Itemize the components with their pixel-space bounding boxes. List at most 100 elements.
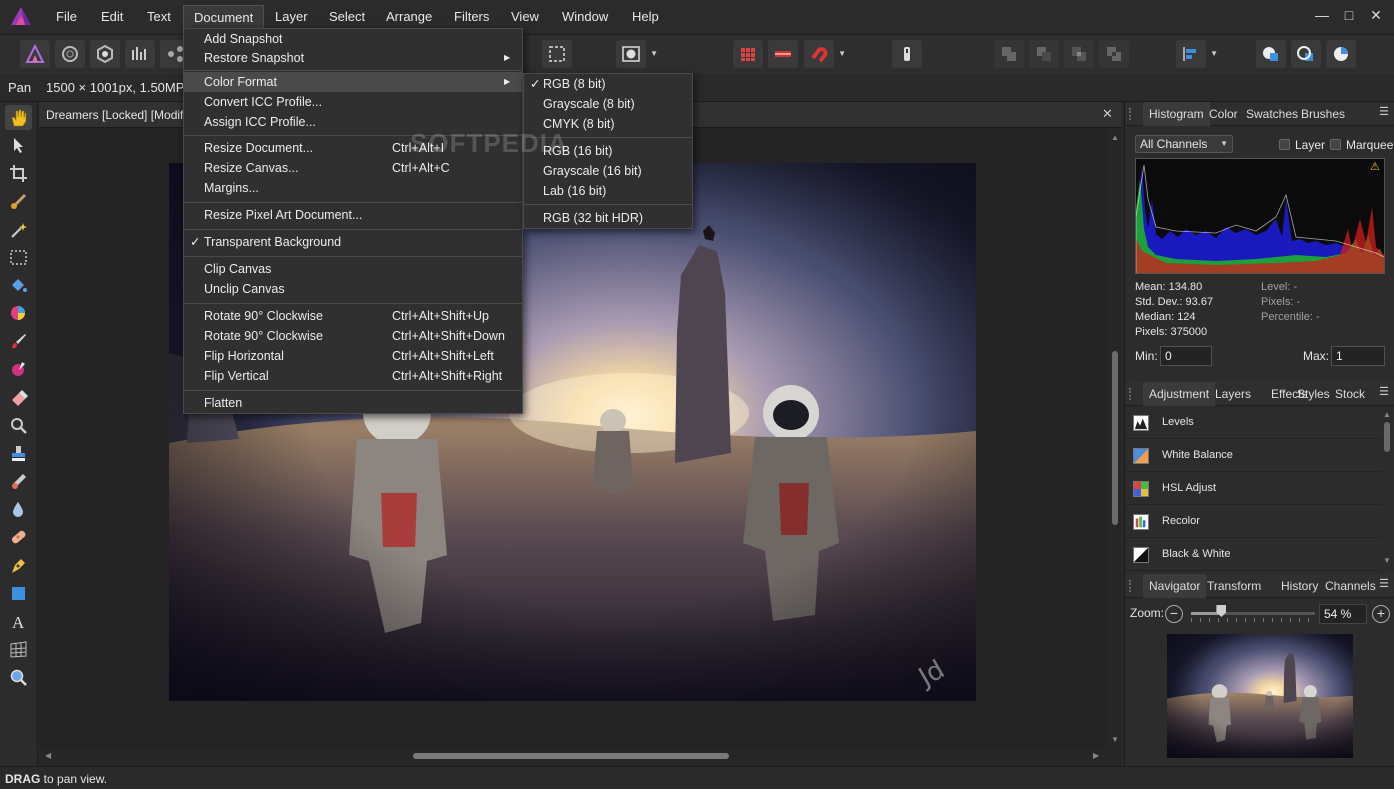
boolean-add-button[interactable] — [1256, 40, 1286, 68]
erase-brush-tool[interactable] — [5, 385, 32, 410]
menu-flatten[interactable]: Flatten — [184, 393, 522, 413]
adjustment-white-balance[interactable]: White Balance — [1125, 440, 1381, 472]
color-replacement-tool[interactable] — [5, 357, 32, 382]
gradient-tool[interactable] — [5, 301, 32, 326]
panel-grip-icon[interactable] — [1129, 108, 1135, 120]
menu-flip-vertical[interactable]: Flip Vertical Ctrl+Alt+Shift+Right — [184, 366, 522, 386]
mesh-warp-tool[interactable] — [5, 637, 32, 662]
navigator-thumbnail[interactable] — [1167, 634, 1353, 758]
dodge-tool[interactable] — [5, 413, 32, 438]
boolean-intersect-button[interactable] — [1326, 40, 1356, 68]
menu-margins[interactable]: Margins... — [184, 178, 522, 198]
selection-mode-button[interactable] — [542, 40, 572, 68]
chevron-down-icon[interactable]: ▼ — [1210, 49, 1218, 58]
zoom-in-button[interactable]: + — [1372, 605, 1390, 623]
boolean-subtract-button[interactable] — [1291, 40, 1321, 68]
menu-file[interactable]: File — [46, 5, 87, 29]
scroll-up-icon[interactable]: ▲ — [1383, 410, 1391, 419]
menu-resize-canvas[interactable]: Resize Canvas... Ctrl+Alt+C — [184, 158, 522, 178]
rectangle-tool[interactable] — [5, 581, 32, 606]
vertical-scroll-thumb[interactable] — [1112, 351, 1118, 525]
clone-tool[interactable] — [5, 441, 32, 466]
scroll-up-icon[interactable]: ▲ — [1111, 133, 1119, 142]
submenu-rgb-8[interactable]: ✓ RGB (8 bit) — [524, 74, 692, 94]
view-tool[interactable] — [5, 105, 32, 130]
menu-help[interactable]: Help — [622, 5, 669, 29]
tab-histogram[interactable]: Histogram — [1143, 102, 1210, 126]
selection-brush-tool[interactable] — [5, 189, 32, 214]
chevron-down-icon[interactable]: ▼ — [650, 49, 658, 58]
pixel-grid-button[interactable] — [733, 40, 763, 68]
menu-select[interactable]: Select — [319, 5, 375, 29]
menu-window[interactable]: Window — [552, 5, 618, 29]
scroll-down-icon[interactable]: ▼ — [1111, 735, 1119, 744]
maximize-button[interactable]: □ — [1336, 4, 1362, 26]
subtract-selection-button[interactable] — [1029, 40, 1059, 68]
zoom-value-field[interactable]: 54 % — [1319, 604, 1367, 624]
scroll-down-icon[interactable]: ▼ — [1383, 556, 1391, 565]
xor-selection-button[interactable] — [1099, 40, 1129, 68]
blur-brush-tool[interactable] — [5, 497, 32, 522]
healing-tool[interactable] — [5, 469, 32, 494]
inpainting-tool[interactable] — [5, 525, 32, 550]
zoom-slider-thumb[interactable] — [1216, 605, 1227, 617]
min-field[interactable]: 0 — [1160, 346, 1212, 366]
zoom-out-button[interactable]: − — [1165, 605, 1183, 623]
flood-fill-tool[interactable] — [5, 273, 32, 298]
close-document-icon[interactable]: ✕ — [1102, 106, 1113, 122]
develop-persona-button[interactable] — [90, 40, 120, 68]
crop-tool[interactable] — [5, 161, 32, 186]
chevron-down-icon[interactable]: ▼ — [838, 49, 846, 58]
submenu-grayscale-8[interactable]: Grayscale (8 bit) — [524, 94, 692, 114]
menu-clip-canvas[interactable]: Clip Canvas — [184, 259, 522, 279]
assistant-button[interactable] — [892, 40, 922, 68]
menu-convert-icc-profile[interactable]: Convert ICC Profile... — [184, 92, 522, 112]
menu-arrange[interactable]: Arrange — [376, 5, 442, 29]
tone-mapping-persona-button[interactable] — [125, 40, 155, 68]
submenu-lab-16[interactable]: Lab (16 bit) — [524, 181, 692, 201]
liquify-persona-button[interactable] — [55, 40, 85, 68]
adjustment-scroll-thumb[interactable] — [1384, 422, 1390, 452]
align-button[interactable]: ▼ — [1176, 40, 1218, 68]
paint-brush-tool[interactable] — [5, 329, 32, 354]
tab-color[interactable]: Color — [1203, 102, 1244, 126]
marquee-checkbox[interactable] — [1330, 139, 1341, 150]
max-field[interactable]: 1 — [1331, 346, 1385, 366]
menu-unclip-canvas[interactable]: Unclip Canvas — [184, 279, 522, 299]
tab-brushes[interactable]: Brushes — [1295, 102, 1351, 126]
adjustment-levels[interactable]: Levels — [1125, 407, 1381, 439]
zoom-slider-track[interactable] — [1191, 612, 1315, 615]
menu-rotate-clockwise-down[interactable]: Rotate 90° Clockwise Ctrl+Alt+Shift+Down — [184, 326, 522, 346]
adjustment-black-white[interactable]: Black & White — [1125, 539, 1381, 571]
menu-view[interactable]: View — [501, 5, 549, 29]
flood-select-tool[interactable] — [5, 217, 32, 242]
snapping-button[interactable]: ▼ — [804, 40, 846, 68]
adjustment-scrollbar[interactable]: ▲ ▼ — [1383, 408, 1391, 566]
add-selection-button[interactable] — [994, 40, 1024, 68]
adjustment-hsl[interactable]: HSL Adjust — [1125, 473, 1381, 505]
scroll-right-icon[interactable]: ▶ — [1093, 751, 1099, 760]
submenu-grayscale-16[interactable]: Grayscale (16 bit) — [524, 161, 692, 181]
zoom-tool[interactable] — [5, 665, 32, 690]
marquee-tool[interactable] — [5, 245, 32, 270]
menu-restore-snapshot[interactable]: Restore Snapshot ▶ — [184, 48, 522, 68]
submenu-rgb-32-hdr[interactable]: RGB (32 bit HDR) — [524, 208, 692, 228]
menu-edit[interactable]: Edit — [91, 5, 133, 29]
move-tool[interactable] — [5, 133, 32, 158]
menu-color-format[interactable]: Color Format ▶ — [184, 72, 522, 92]
channel-select[interactable]: All Channels ▼ — [1135, 135, 1233, 153]
guides-button[interactable] — [768, 40, 798, 68]
menu-transparent-background[interactable]: ✓ Transparent Background — [184, 232, 522, 252]
quick-mask-button[interactable]: ▼ — [616, 40, 658, 68]
layer-checkbox[interactable] — [1279, 139, 1290, 150]
vertical-scrollbar[interactable]: ▲ ▼ — [1109, 129, 1121, 749]
menu-add-snapshot[interactable]: Add Snapshot — [184, 29, 522, 49]
menu-rotate-clockwise-up[interactable]: Rotate 90° Clockwise Ctrl+Alt+Shift+Up — [184, 306, 522, 326]
menu-filters[interactable]: Filters — [444, 5, 499, 29]
horizontal-scroll-thumb[interactable] — [413, 753, 729, 759]
minimize-button[interactable]: — — [1309, 4, 1335, 26]
pen-tool[interactable] — [5, 553, 32, 578]
text-tool[interactable]: A — [5, 609, 32, 634]
menu-resize-pixel-art[interactable]: Resize Pixel Art Document... — [184, 205, 522, 225]
intersect-selection-button[interactable] — [1064, 40, 1094, 68]
